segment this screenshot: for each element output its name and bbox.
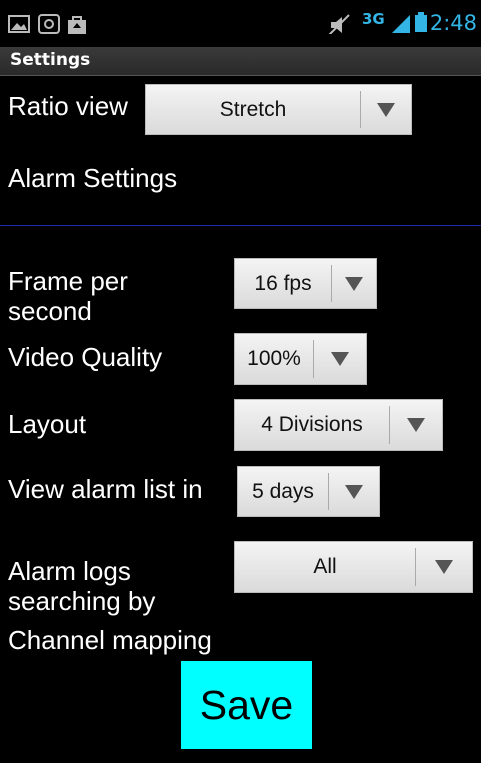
at-icon	[38, 14, 60, 34]
title-bar: Settings	[0, 47, 481, 76]
ratio-view-label: Ratio view	[8, 91, 128, 121]
layout-label: Layout	[8, 409, 87, 439]
view-alarm-list-value: 5 days	[252, 479, 314, 503]
alarm-logs-searching-label: Alarm logs searching by	[8, 556, 156, 616]
section-divider	[0, 225, 481, 226]
ratio-view-spinner[interactable]: Stretch	[145, 84, 412, 135]
dropdown-arrow-icon	[329, 484, 379, 499]
dropdown-arrow-icon	[332, 276, 376, 291]
frame-per-second-spinner[interactable]: 16 fps	[234, 258, 377, 309]
bag-icon	[68, 16, 86, 34]
save-button[interactable]: Save	[181, 661, 312, 749]
layout-value: 4 Divisions	[261, 413, 363, 436]
alarm-settings-heading: Alarm Settings	[8, 163, 178, 193]
view-alarm-list-label: View alarm list in	[8, 474, 203, 504]
dropdown-arrow-icon	[361, 102, 411, 117]
channel-mapping-label: Channel mapping	[8, 625, 212, 655]
alarm-logs-searching-value: All	[313, 555, 337, 578]
mute-icon	[328, 14, 350, 34]
dropdown-arrow-icon	[416, 560, 472, 574]
layout-spinner[interactable]: 4 Divisions	[234, 399, 443, 451]
page-title: Settings	[10, 50, 91, 70]
ratio-view-value: Stretch	[219, 97, 287, 121]
view-alarm-list-spinner[interactable]: 5 days	[237, 466, 380, 517]
frame-per-second-label: Frame per second	[8, 266, 128, 326]
status-bar: 3G 2:48	[0, 0, 481, 47]
dropdown-arrow-icon	[390, 418, 442, 432]
video-quality-value: 100%	[247, 347, 301, 370]
video-quality-spinner[interactable]: 100%	[234, 333, 367, 385]
signal-icon	[392, 15, 410, 33]
image-icon	[8, 15, 30, 33]
frame-per-second-value: 16 fps	[254, 271, 312, 295]
video-quality-label: Video Quality	[8, 342, 163, 372]
clock-time: 2:48	[429, 11, 477, 35]
dropdown-arrow-icon	[314, 352, 366, 366]
battery-icon	[415, 12, 427, 32]
network-type-label: 3G	[362, 10, 385, 28]
alarm-logs-searching-spinner[interactable]: All	[234, 541, 473, 593]
